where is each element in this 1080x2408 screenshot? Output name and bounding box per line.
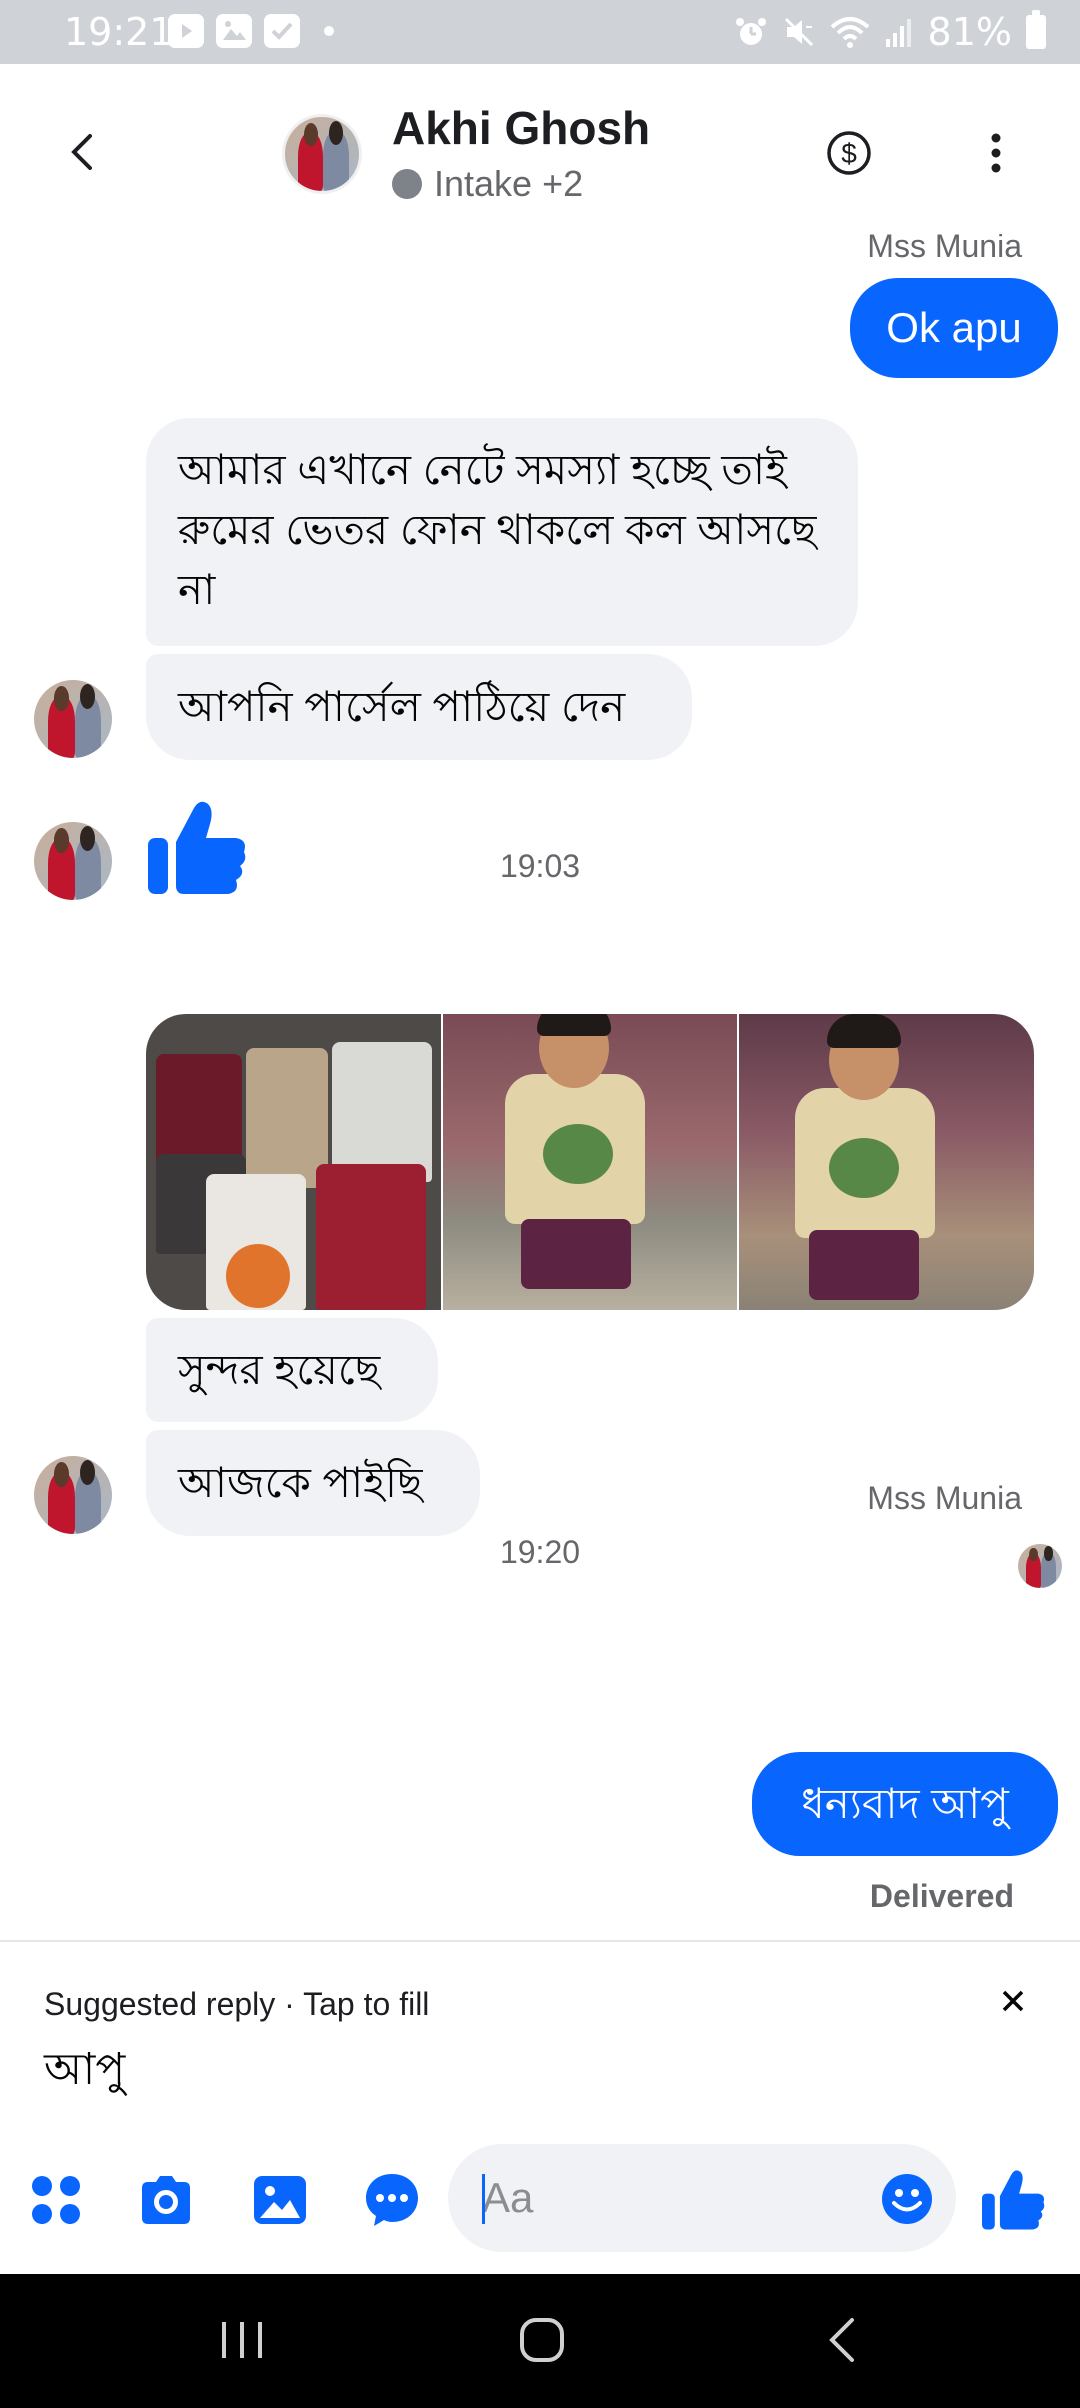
mute-icon: [784, 17, 813, 47]
photo-child-2[interactable]: [739, 1014, 1034, 1310]
sender-label-top: Mss Munia: [867, 234, 1022, 264]
suggested-reply-text[interactable]: আপু: [44, 2036, 125, 2109]
photo-child-1[interactable]: [442, 1014, 738, 1310]
emoji-icon[interactable]: [880, 2172, 934, 2226]
recent-apps-icon[interactable]: [212, 2310, 272, 2370]
text-caret: [482, 2174, 485, 2224]
gallery-icon: [216, 14, 252, 48]
wifi-icon: [830, 17, 869, 48]
timestamp: 19:03: [499, 848, 581, 884]
payment-dollar-icon[interactable]: $: [826, 130, 872, 176]
sender-avatar[interactable]: [34, 680, 112, 758]
close-icon[interactable]: [996, 1984, 1030, 2018]
system-navigation-bar: [0, 2274, 1080, 2408]
contact-avatar[interactable]: [282, 114, 362, 194]
status-system-icons: 81%: [734, 10, 1046, 54]
timestamp: 19:20: [499, 1534, 581, 1570]
battery-percent: 81%: [927, 10, 1012, 54]
message-input[interactable]: [482, 2170, 842, 2226]
sender-label: Mss Munia: [867, 1480, 1022, 1516]
more-actions-grid-icon[interactable]: [26, 2170, 86, 2230]
incoming-message-sundor[interactable]: সুন্দর হয়েছে: [146, 1318, 438, 1422]
chat-bubble-icon[interactable]: [362, 2170, 422, 2230]
gallery-icon[interactable]: [250, 2170, 310, 2230]
alarm-icon: [735, 18, 766, 45]
delivered-status: Delivered: [869, 1878, 1014, 1914]
suggested-reply-label: Suggested reply · Tap to fill: [44, 1986, 430, 2022]
message-text: আমার এখানে নেটে সমস্যা হচ্ছে তাই রুমের ভ…: [178, 446, 817, 613]
chat-header: Akhi Ghosh Intake +2 $: [0, 64, 1080, 234]
presence-dot-icon: [392, 169, 422, 199]
presence-text: Intake +2: [434, 163, 584, 204]
message-input-box[interactable]: [448, 2144, 956, 2252]
sender-avatar[interactable]: [34, 1456, 112, 1534]
battery-icon: [1026, 10, 1046, 49]
message-text: ধন্যবাদ আপু: [801, 1780, 1009, 1827]
outgoing-message-thanks[interactable]: ধন্যবাদ আপু: [752, 1752, 1058, 1856]
camera-icon[interactable]: [136, 2170, 196, 2230]
svg-text:$: $: [841, 138, 857, 169]
incoming-message-network[interactable]: আমার এখানে নেটে সমস্যা হচ্ছে তাই রুমের ভ…: [146, 418, 858, 646]
dot-icon: [324, 26, 334, 36]
incoming-message-parcel[interactable]: আপনি পার্সেল পাঠিয়ে দেন: [146, 654, 692, 760]
message-list[interactable]: Mss Munia Ok apu আমার এখানে নেটে সমস্যা …: [0, 234, 1080, 1940]
message-text: আপনি পার্সেল পাঠিয়ে দেন: [178, 683, 626, 730]
suggested-reply-panel[interactable]: Suggested reply · Tap to fill আপু: [0, 1940, 1080, 2118]
contact-name[interactable]: Akhi Ghosh: [392, 100, 650, 156]
message-text: আজকে পাইছি: [178, 1459, 423, 1506]
outgoing-message-ok-apu[interactable]: Ok apu: [850, 278, 1058, 378]
back-button[interactable]: [62, 132, 102, 172]
home-icon[interactable]: [512, 2310, 572, 2370]
thumbs-up-icon[interactable]: [982, 2168, 1046, 2232]
photo-shirts[interactable]: [146, 1014, 441, 1310]
photo-album-attachment[interactable]: [146, 1014, 1034, 1310]
youtube-icon: [168, 14, 204, 48]
incoming-message-aajke[interactable]: আজকে পাইছি: [146, 1430, 480, 1536]
status-bar: 19:21 81%: [0, 0, 1080, 64]
checklist-icon: [264, 14, 300, 48]
message-text: সুন্দর হয়েছে: [178, 1346, 381, 1393]
status-notification-icons: [168, 14, 334, 48]
status-time: 19:21: [64, 10, 174, 54]
message-composer: [0, 2118, 1080, 2274]
presence-status: Intake +2: [392, 164, 583, 204]
more-options-icon[interactable]: [974, 130, 1018, 176]
message-text: Ok apu: [886, 304, 1022, 351]
signal-icon: [885, 19, 911, 47]
back-nav-icon[interactable]: [814, 2310, 874, 2370]
